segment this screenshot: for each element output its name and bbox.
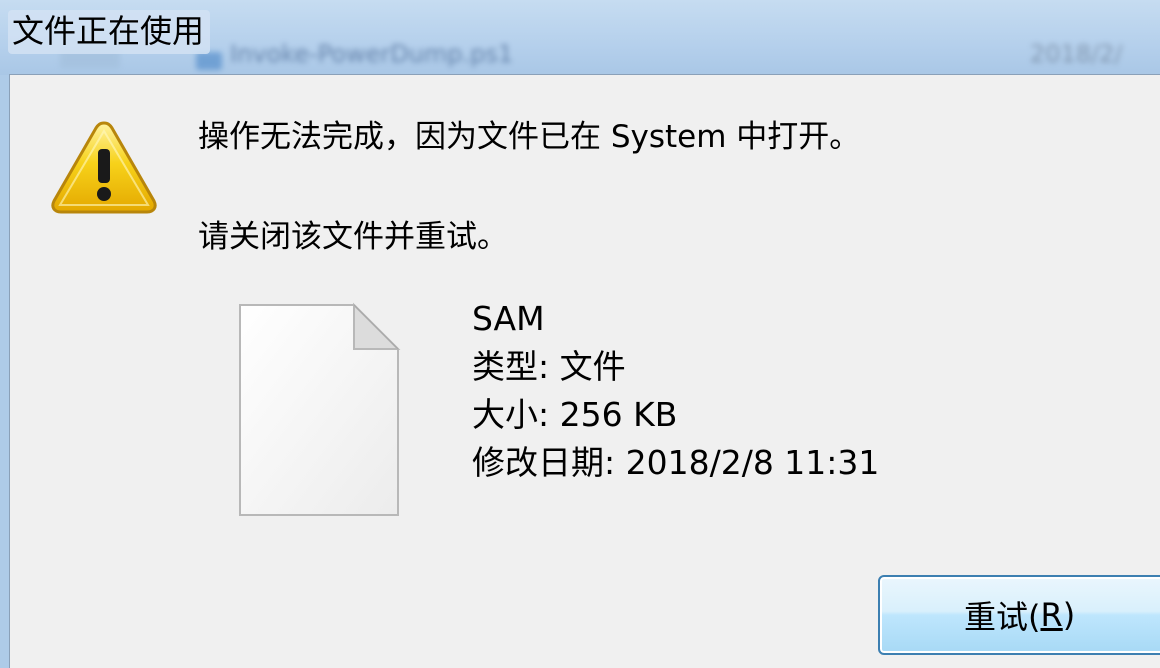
retry-button[interactable]: 重试(R) (878, 575, 1160, 655)
retry-label-suffix: ) (1062, 596, 1076, 634)
file-icon (239, 302, 401, 516)
file-modified: 修改日期: 2018/2/8 11:31 (472, 443, 880, 482)
file-name: SAM (472, 299, 545, 338)
error-message: 操作无法完成，因为文件已在 System 中打开。 (198, 119, 861, 155)
title-bar[interactable]: 文件正在使用 (0, 0, 1160, 60)
dialog-body: 操作无法完成，因为文件已在 System 中打开。 请关闭该文件并重试。 SAM… (9, 74, 1160, 668)
warning-icon (51, 121, 157, 214)
instruction-message: 请关闭该文件并重试。 (198, 219, 508, 255)
file-details: SAM 类型: 文件 大小: 256 KB 修改日期: 2018/2/8 11:… (472, 295, 879, 487)
file-size: 大小: 256 KB (472, 395, 678, 434)
screen: Invoke-PowerDump.ps1 2018/2/ 文件正在使用 操作无法… (0, 0, 1160, 668)
retry-accelerator-key: R (1040, 596, 1063, 634)
retry-label-prefix: 重试( (964, 598, 1041, 636)
file-type: 类型: 文件 (472, 347, 626, 386)
window-title: 文件正在使用 (8, 10, 211, 54)
